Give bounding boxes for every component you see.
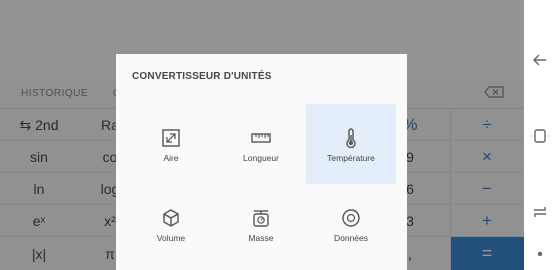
unit-label: Aire [163, 153, 179, 163]
unit-temperature[interactable]: Température [306, 104, 396, 184]
back-arrow-icon [533, 54, 546, 66]
back-button[interactable] [530, 50, 550, 70]
unit-mass[interactable]: Masse [216, 184, 306, 264]
navigation-bar [524, 0, 555, 270]
ruler-icon [251, 133, 271, 143]
recent-apps-button[interactable] [530, 126, 550, 146]
unit-label: Volume [156, 233, 186, 243]
unit-label: Longueur [243, 153, 279, 163]
dot-icon [537, 251, 543, 257]
scale-icon [253, 210, 269, 227]
unit-label: Masse [248, 233, 274, 243]
dot-indicator [530, 244, 550, 264]
rotate-icon [534, 207, 546, 217]
rotate-button[interactable] [530, 202, 550, 222]
cube-icon [163, 209, 179, 227]
unit-length[interactable]: Longueur [216, 104, 306, 184]
dialog-title: CONVERTISSEUR D'UNITÉS [132, 71, 272, 82]
data-disc-icon [342, 209, 360, 227]
unit-label: Température [327, 153, 375, 163]
unit-volume[interactable]: Volume [126, 184, 216, 264]
unit-area[interactable]: Aire [126, 104, 216, 184]
recent-apps-icon [534, 129, 546, 143]
resize-icon [162, 129, 180, 147]
unit-data[interactable]: Données [306, 184, 396, 264]
unit-label: Données [333, 233, 369, 243]
unit-converter-dialog: CONVERTISSEUR D'UNITÉS Aire Longueur Tem… [116, 54, 407, 270]
thermometer-icon [346, 128, 356, 148]
